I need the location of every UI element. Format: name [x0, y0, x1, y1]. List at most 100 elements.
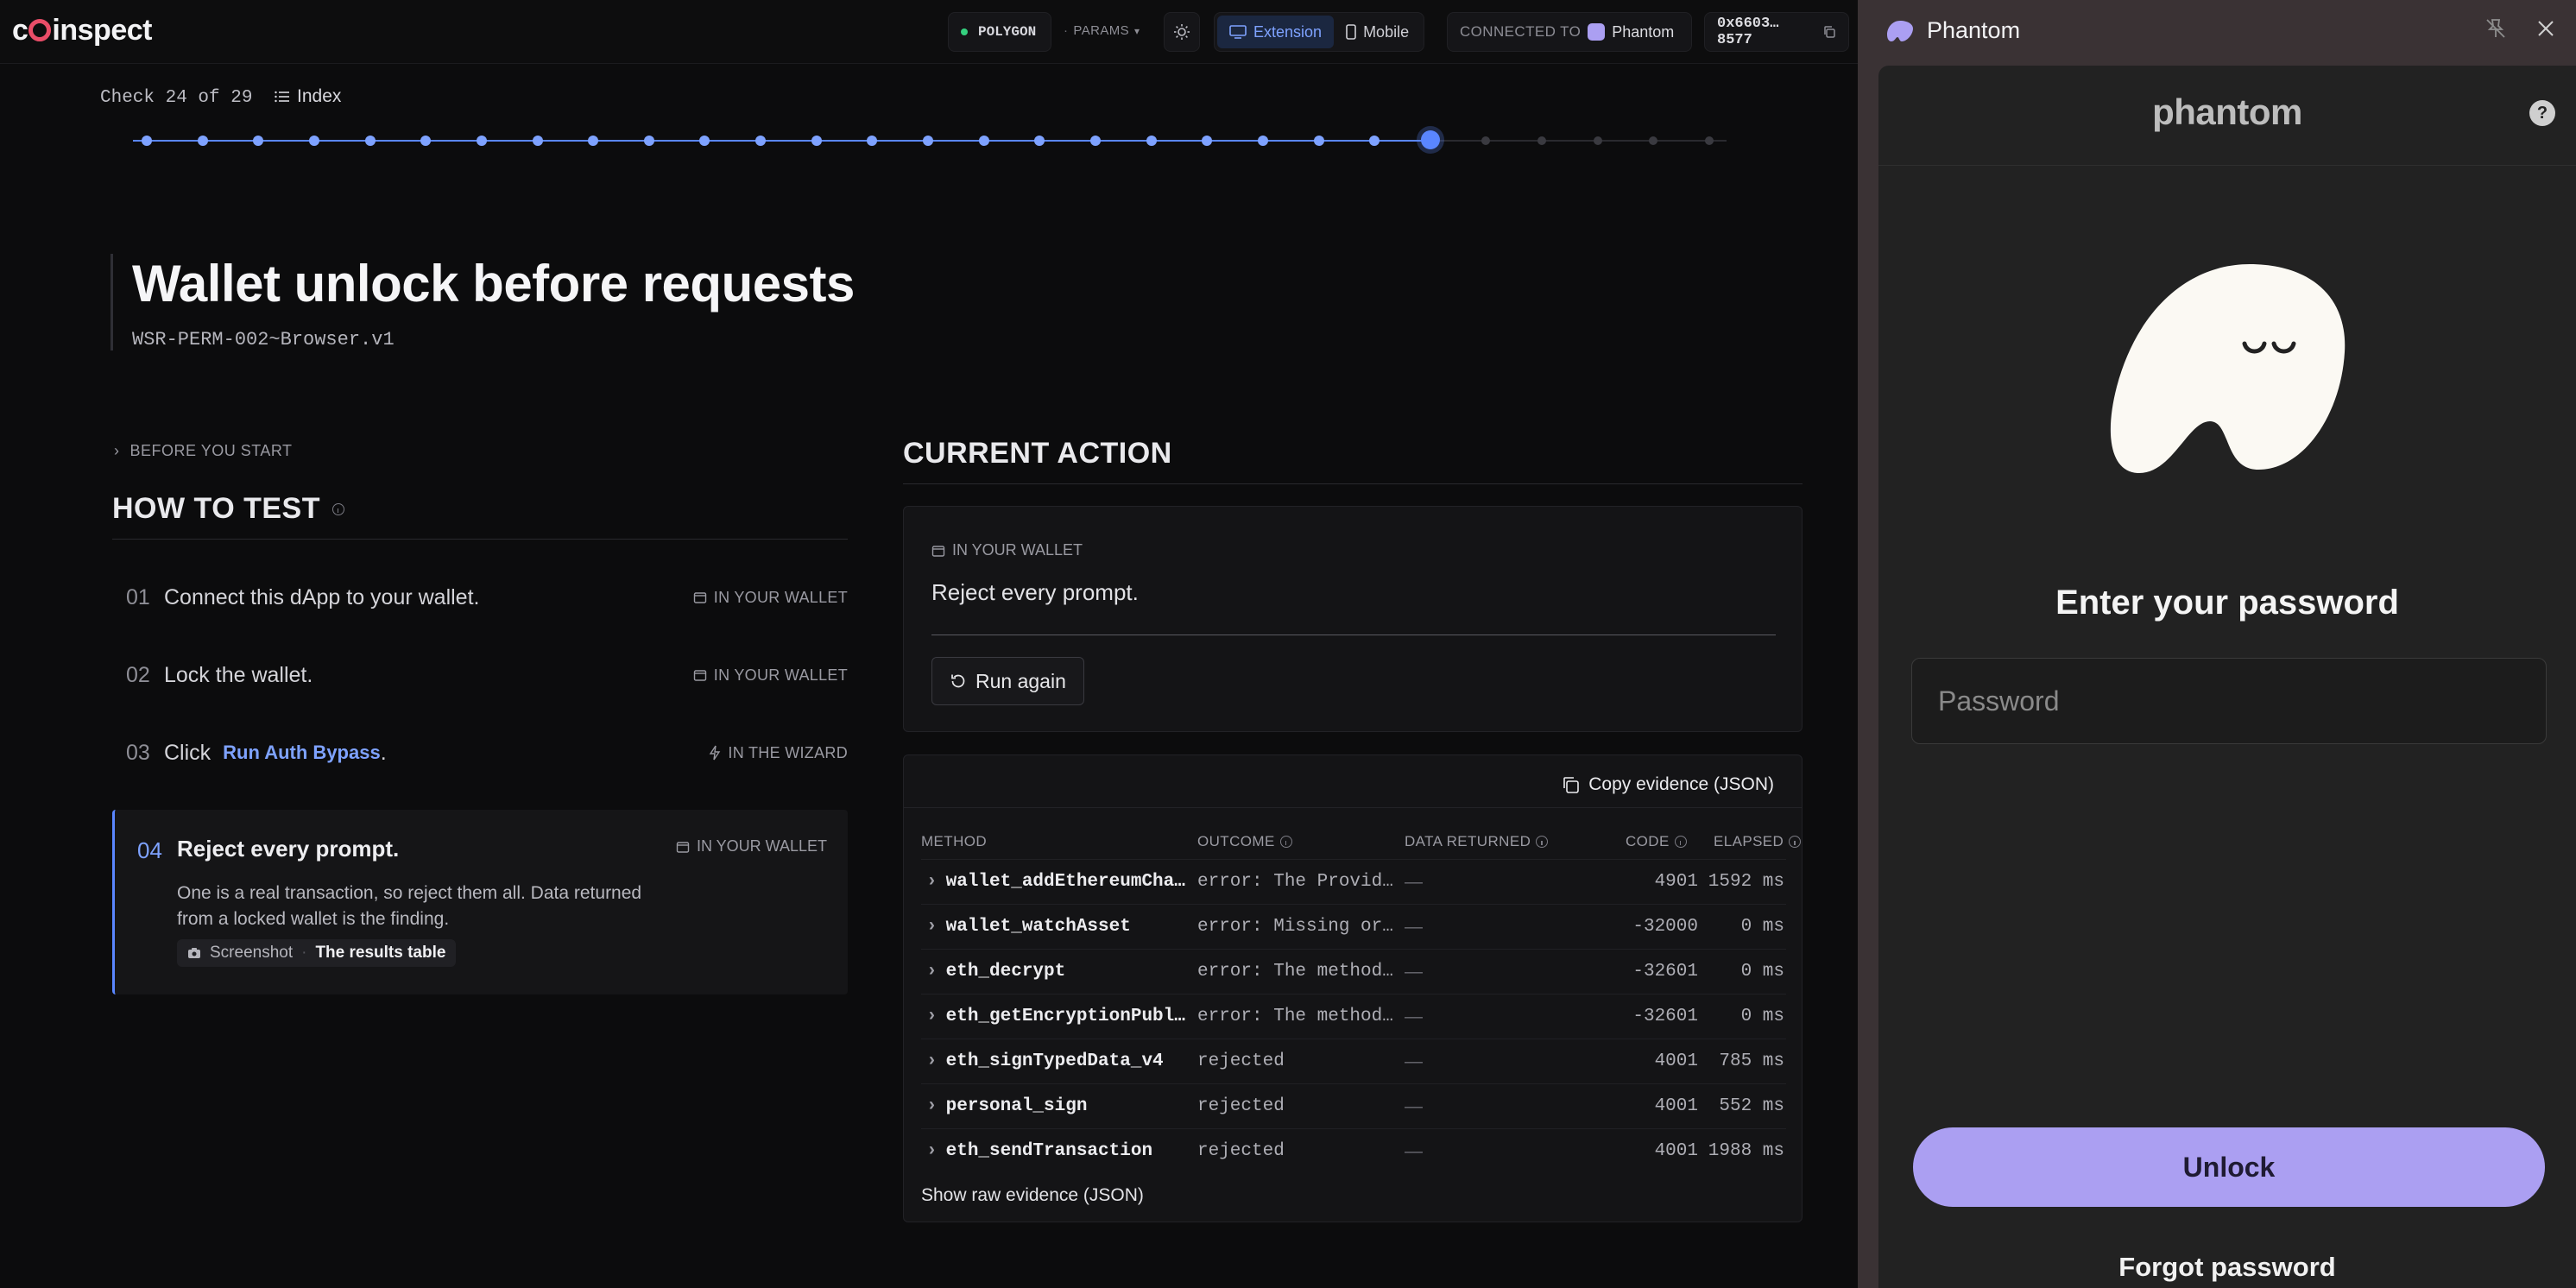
cell-code: 4901 — [1654, 872, 1698, 892]
camera-icon — [188, 948, 200, 958]
table-row[interactable]: › eth_decrypt error: The method… — -32601… — [921, 949, 1786, 994]
show-raw-evidence-link[interactable]: Show raw evidence (JSON) — [921, 1185, 1144, 1206]
current-action-card: IN YOUR WALLET Reject every prompt. Run … — [903, 506, 1803, 732]
unpin-button[interactable] — [2484, 17, 2507, 44]
params-dropdown[interactable]: · PARAMS ▾ — [1064, 23, 1140, 38]
progress-step-21[interactable] — [1257, 136, 1268, 146]
cell-method: › wallet_addEthereumCha… — [921, 872, 1187, 892]
progress-step-2[interactable] — [197, 136, 208, 146]
chevron-right-icon: › — [926, 1141, 938, 1161]
network-badge[interactable]: POLYGON — [948, 12, 1051, 52]
info-icon[interactable] — [1536, 836, 1549, 848]
run-auth-bypass-link[interactable]: Run Auth Bypass — [223, 742, 381, 764]
forgot-password-link[interactable]: Forgot password — [1878, 1252, 2576, 1283]
column-data-returned: DATA RETURNED — [1405, 833, 1549, 850]
progress-step-15[interactable] — [923, 136, 933, 146]
close-panel-button[interactable] — [2535, 17, 2557, 44]
step-location-tag: IN YOUR WALLET — [676, 837, 827, 856]
run-again-label: Run again — [975, 669, 1066, 692]
table-row[interactable]: › eth_signTypedData_v4 rejected — 4001 78… — [921, 1039, 1786, 1083]
index-link[interactable]: Index — [275, 86, 341, 107]
pin-off-icon — [2486, 19, 2505, 38]
action-text: Reject every prompt. — [931, 579, 1139, 605]
run-again-button[interactable]: Run again — [931, 657, 1084, 705]
table-row[interactable]: › wallet_watchAsset error: Missing or… — … — [921, 904, 1786, 949]
progress-step-9[interactable] — [588, 136, 599, 146]
cell-data-returned: — — [1405, 872, 1423, 892]
progress-step-1[interactable] — [142, 136, 152, 146]
progress-step-18[interactable] — [1089, 136, 1101, 146]
progress-step-27[interactable] — [1593, 136, 1602, 145]
cell-data-returned: — — [1405, 1141, 1423, 1161]
network-status-icon — [961, 28, 968, 35]
progress-step-14[interactable] — [867, 136, 878, 146]
divider — [904, 807, 1802, 808]
evidence-chip: Screenshot · The results table — [177, 939, 457, 967]
cell-elapsed: 0 ms — [1740, 917, 1784, 937]
progress-step-20[interactable] — [1202, 136, 1213, 146]
table-row[interactable]: › wallet_addEthereumCha… error: The Provi… — [921, 859, 1786, 904]
unlock-button[interactable]: Unlock — [1913, 1127, 2545, 1207]
progress-step-3[interactable] — [253, 136, 264, 146]
cell-outcome: error: The method… — [1197, 1007, 1393, 1026]
page-title: Wallet unlock before requests — [132, 255, 855, 313]
step-number: 03 — [126, 740, 150, 765]
progress-step-28[interactable] — [1649, 136, 1658, 145]
cell-elapsed: 0 ms — [1740, 962, 1784, 982]
mode-mobile-button[interactable]: Mobile — [1334, 16, 1421, 48]
progress-step-12[interactable] — [755, 136, 767, 146]
progress-step-8[interactable] — [532, 136, 543, 146]
step-text: Reject every prompt. — [177, 836, 400, 862]
column-outcome: OUTCOME — [1197, 833, 1292, 850]
progress-step-29[interactable] — [1705, 136, 1714, 145]
step-tag-label: IN YOUR WALLET — [713, 666, 848, 684]
divider — [903, 483, 1803, 484]
progress-step-6[interactable] — [420, 136, 432, 146]
mode-extension-button[interactable]: Extension — [1217, 16, 1335, 48]
progress-step-25[interactable] — [1481, 136, 1491, 145]
info-icon[interactable] — [331, 502, 344, 515]
inspector-app: c inspect POLYGON · PARAMS ▾ Extension Mo… — [0, 0, 1858, 1288]
connection-status[interactable]: CONNECTED TO Phantom — [1447, 12, 1692, 52]
step-1: 01 Connect this dApp to your wallet. IN … — [112, 563, 848, 632]
chip-target: The results table — [315, 944, 446, 962]
theme-toggle-button[interactable] — [1164, 12, 1200, 52]
column-label: OUTCOME — [1197, 833, 1275, 849]
progress-step-16[interactable] — [978, 136, 989, 146]
info-icon[interactable] — [1789, 836, 1802, 848]
step-2: 02 Lock the wallet. IN YOUR WALLET — [112, 641, 848, 710]
progress-step-11[interactable] — [699, 136, 710, 146]
before-you-start-toggle[interactable]: › BEFORE YOU START — [114, 442, 293, 460]
progress-step-5[interactable] — [364, 136, 376, 146]
progress-step-23[interactable] — [1369, 136, 1380, 146]
progress-step-13[interactable] — [811, 136, 822, 146]
progress-step-10[interactable] — [643, 136, 654, 146]
bolt-icon — [710, 745, 721, 761]
step-tag-label: IN THE WIZARD — [728, 743, 848, 761]
password-input[interactable]: Password — [1911, 658, 2547, 744]
progress-step-24[interactable] — [1420, 130, 1440, 149]
cell-data-returned: — — [1405, 962, 1423, 982]
progress-step-17[interactable] — [1034, 136, 1045, 146]
progress-step-22[interactable] — [1313, 136, 1324, 146]
info-icon[interactable] — [1674, 836, 1687, 848]
help-icon[interactable]: ? — [2529, 100, 2555, 126]
progress-step-4[interactable] — [308, 136, 319, 146]
copy-evidence-button[interactable]: Copy evidence (JSON) — [1561, 767, 1774, 802]
check-counter: Check 24 of 29 — [100, 88, 253, 108]
action-tag-label: IN YOUR WALLET — [952, 541, 1083, 559]
method-name: eth_signTypedData_v4 — [945, 1051, 1164, 1071]
table-row[interactable]: › eth_getEncryptionPubl… error: The metho… — [921, 994, 1786, 1039]
table-row[interactable]: › eth_sendTransaction rejected — 4001 198… — [921, 1128, 1786, 1173]
wallet-icon — [693, 592, 706, 603]
table-row[interactable]: › personal_sign rejected — 4001 552 ms — [921, 1083, 1786, 1128]
progress-step-7[interactable] — [476, 136, 487, 146]
progress-step-26[interactable] — [1537, 136, 1547, 145]
cell-outcome: error: The Provid… — [1197, 872, 1393, 892]
chip-separator: · — [301, 944, 307, 962]
progress-step-19[interactable] — [1146, 136, 1157, 146]
address-copy[interactable]: 0x6603…8577 — [1704, 12, 1849, 52]
column-code: CODE — [1626, 833, 1687, 850]
info-icon[interactable] — [1279, 836, 1292, 848]
app-logo[interactable]: c inspect — [12, 14, 152, 47]
